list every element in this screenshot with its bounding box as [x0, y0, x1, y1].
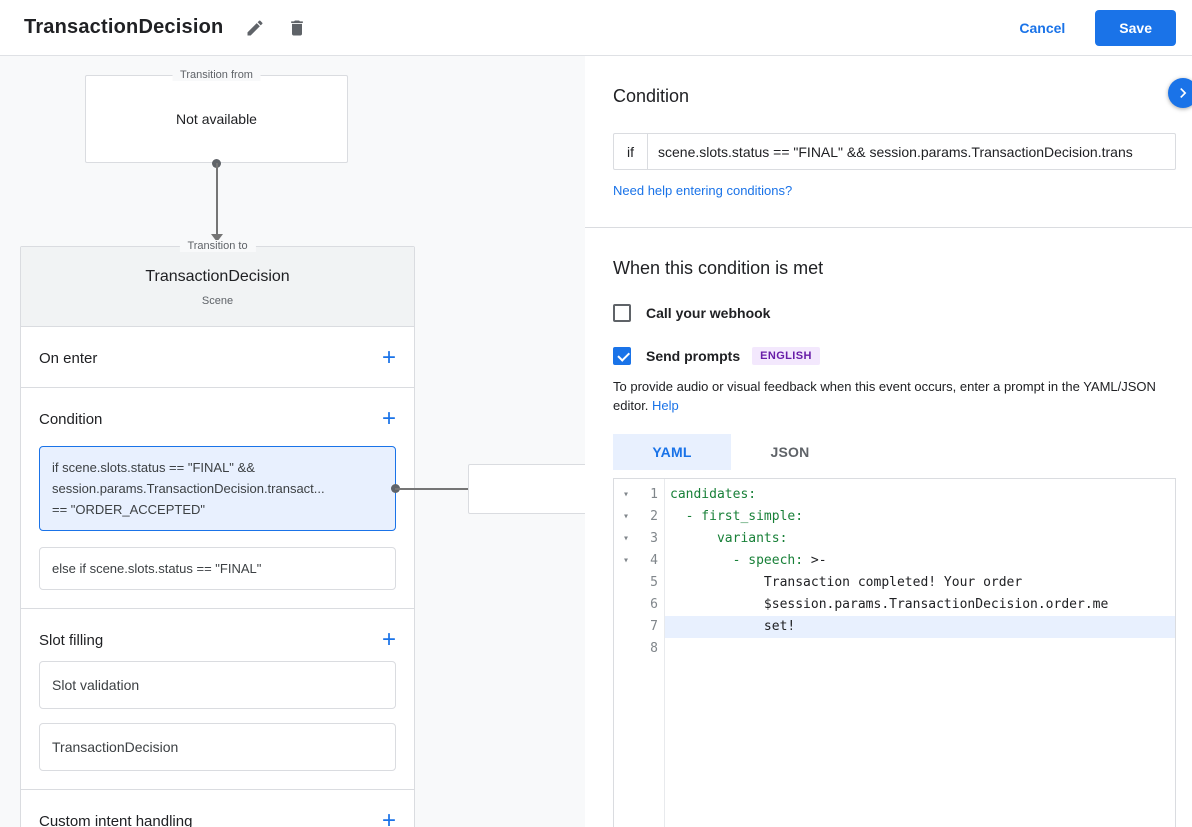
conditions-help-link[interactable]: Need help entering conditions? [613, 183, 792, 198]
code-text[interactable]: set! [664, 616, 1175, 638]
code-text[interactable]: - first_simple: [664, 506, 1175, 528]
code-line: 5 Transaction completed! Your order [614, 572, 1175, 594]
scene-name: TransactionDecision [31, 267, 404, 287]
line-number: 7 [638, 616, 664, 638]
add-condition-button[interactable]: + [382, 408, 396, 430]
code-text[interactable]: $session.params.TransactionDecision.orde… [664, 594, 1175, 616]
fold-icon[interactable]: ▾ [614, 484, 638, 506]
line-number: 6 [638, 594, 664, 616]
section-divider [585, 227, 1192, 228]
cancel-button[interactable]: Cancel [1019, 20, 1065, 36]
scene-diagram: Transition from Not available Transition… [0, 56, 585, 827]
code-line: 6 $session.params.TransactionDecision.or… [614, 594, 1175, 616]
yaml-editor[interactable]: ▾1candidates:▾2 - first_simple:▾3 varian… [613, 478, 1176, 827]
transition-to-label: Transition to [179, 240, 255, 252]
editor-tabs: YAMLJSON [613, 434, 1176, 470]
custom-intent-label: Custom intent handling [39, 813, 192, 827]
webhook-label: Call your webhook [646, 305, 770, 321]
expand-panel-button[interactable] [1168, 78, 1192, 108]
transition-from-label: Transition from [172, 69, 261, 81]
code-line: ▾1candidates: [614, 484, 1175, 506]
line-number: 1 [638, 484, 664, 506]
chevron-right-icon [1173, 83, 1192, 103]
topbar: TransactionDecision Cancel Save [0, 0, 1192, 56]
slot-item[interactable]: Slot validation [39, 661, 396, 709]
code-line: 8 [614, 638, 1175, 660]
code-text[interactable]: Transaction completed! Your order [664, 572, 1175, 594]
code-text[interactable]: candidates: [664, 484, 1175, 506]
description-text: To provide audio or visual feedback when… [613, 379, 1156, 413]
condition-item[interactable]: if scene.slots.status == "FINAL" && sess… [39, 446, 396, 531]
help-link[interactable]: Help [652, 398, 679, 413]
code-text[interactable] [664, 638, 1175, 660]
tab-yaml[interactable]: YAML [613, 434, 731, 470]
on-enter-label: On enter [39, 350, 97, 367]
fold-spacer [614, 594, 638, 616]
send-prompts-row: Send prompts ENGLISH [613, 347, 1176, 365]
webhook-row: Call your webhook [613, 304, 1176, 322]
code-line: ▾2 - first_simple: [614, 506, 1175, 528]
line-number: 5 [638, 572, 664, 594]
slot-filling-label: Slot filling [39, 632, 103, 649]
language-badge[interactable]: ENGLISH [752, 347, 820, 365]
page-title: TransactionDecision [24, 16, 223, 39]
line-number: 4 [638, 550, 664, 572]
if-label: if [614, 134, 648, 169]
code-text[interactable]: - speech: >- [664, 550, 1175, 572]
send-prompts-checkbox[interactable] [613, 347, 631, 365]
on-enter-section: On enter + [21, 327, 414, 388]
fold-spacer [614, 572, 638, 594]
code-lines: ▾1candidates:▾2 - first_simple:▾3 varian… [614, 484, 1175, 660]
custom-intent-section: Custom intent handling + [21, 790, 414, 827]
save-button[interactable]: Save [1095, 10, 1176, 46]
panel-title: Condition [613, 86, 1176, 107]
code-line: ▾4 - speech: >- [614, 550, 1175, 572]
main-content: Transition from Not available Transition… [0, 56, 1192, 827]
next-scene-node[interactable] [468, 464, 585, 514]
trash-icon [287, 18, 307, 38]
topbar-right: Cancel Save [1019, 10, 1176, 46]
when-met-title: When this condition is met [613, 258, 1176, 279]
transition-from-content: Not available [86, 76, 347, 162]
gutter-divider [664, 479, 665, 827]
condition-editor-panel: Condition if Need help entering conditio… [585, 56, 1192, 827]
scene-type: Scene [31, 295, 404, 308]
prompt-description: To provide audio or visual feedback when… [613, 378, 1176, 416]
tab-json[interactable]: JSON [731, 434, 849, 470]
send-prompts-label: Send prompts [646, 348, 740, 364]
fold-spacer [614, 638, 638, 660]
topbar-left: TransactionDecision [24, 16, 307, 39]
pencil-icon [245, 18, 265, 38]
line-number: 8 [638, 638, 664, 660]
fold-icon[interactable]: ▾ [614, 550, 638, 572]
condition-input-row: if [613, 133, 1176, 170]
slot-item[interactable]: TransactionDecision [39, 723, 396, 771]
connector-line-horizontal [395, 488, 468, 490]
add-slot-button[interactable]: + [382, 629, 396, 651]
add-on-enter-button[interactable]: + [382, 347, 396, 369]
fold-icon[interactable]: ▾ [614, 506, 638, 528]
webhook-checkbox[interactable] [613, 304, 631, 322]
scene-card-header[interactable]: TransactionDecision Scene [21, 247, 414, 327]
slot-filling-section: Slot filling + Slot validation Transactio… [21, 609, 414, 790]
code-line: 7 set! [614, 616, 1175, 638]
condition-item-list: if scene.slots.status == "FINAL" && sess… [39, 446, 396, 590]
fold-spacer [614, 616, 638, 638]
delete-scene-button[interactable] [287, 18, 307, 38]
line-number: 2 [638, 506, 664, 528]
condition-expression-input[interactable] [648, 134, 1175, 169]
fold-icon[interactable]: ▾ [614, 528, 638, 550]
slot-item-list: Slot validation TransactionDecision [39, 661, 396, 771]
transition-from-box[interactable]: Transition from Not available [85, 75, 348, 163]
scene-card: Transition to TransactionDecision Scene … [20, 246, 415, 827]
condition-section-label: Condition [39, 411, 102, 428]
connector-line-vertical [216, 163, 218, 234]
edit-scene-button[interactable] [245, 18, 265, 38]
line-number: 3 [638, 528, 664, 550]
code-line: ▾3 variants: [614, 528, 1175, 550]
add-custom-intent-button[interactable]: + [382, 810, 396, 827]
condition-section: Condition + if scene.slots.status == "FI… [21, 388, 414, 609]
code-text[interactable]: variants: [664, 528, 1175, 550]
condition-item[interactable]: else if scene.slots.status == "FINAL" [39, 547, 396, 590]
